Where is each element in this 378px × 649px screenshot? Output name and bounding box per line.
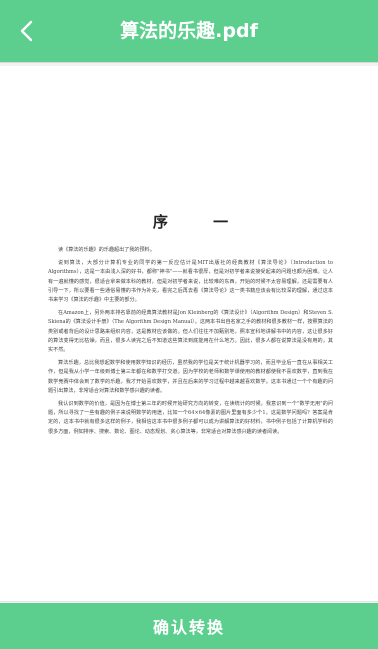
confirm-convert-button[interactable]: 确认转换	[0, 603, 378, 649]
back-button[interactable]	[10, 14, 42, 48]
pdf-page: 序 一 读《算法的乐趣》的乐趣超出了我的预料。 说到算法，大部分计算机专业的同学…	[0, 66, 378, 602]
document-heading: 序 一	[152, 213, 249, 231]
document-content: 序 一 读《算法的乐趣》的乐趣超出了我的预料。 说到算法，大部分计算机专业的同学…	[48, 166, 333, 526]
document-paragraph: 说到算法，大部分计算机专业的同学的第一反应估计是MIT出版社的经典教材《算法导论…	[48, 260, 333, 304]
document-paragraph: 读《算法的乐趣》的乐趣超出了我的预料。	[58, 247, 155, 253]
pdf-viewer[interactable]: 序 一 读《算法的乐趣》的乐趣超出了我的预料。 说到算法，大部分计算机专业的同学…	[0, 62, 378, 603]
chevron-left-icon	[20, 20, 33, 42]
document-paragraph: 在Amazon上，另外两本排名靠前的经典算法教材是Jon Kleinberg的《…	[48, 310, 333, 354]
document-paragraph: 算法乐趣，总比我想起数学和使用数学知识的经历，虽然我的学位是关于统计机器学习的，…	[48, 360, 333, 394]
top-bar: 算法的乐趣.pdf	[0, 0, 378, 62]
document-paragraph: 我认识到数学的价值，是因为在博士第三年的时候开始研究方向的转变，在读统计的时候，…	[48, 401, 333, 435]
page-title: 算法的乐趣.pdf	[120, 20, 258, 42]
